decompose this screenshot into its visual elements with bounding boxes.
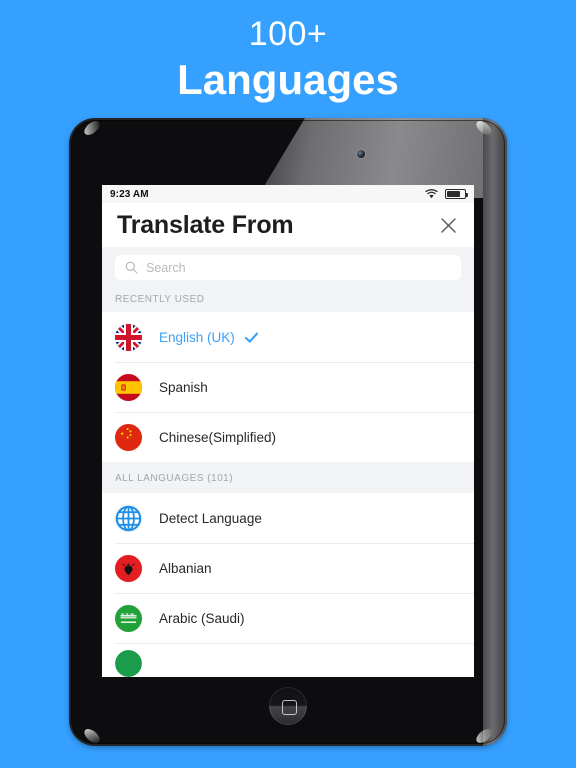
- list-item[interactable]: Arabic (Saudi): [102, 593, 474, 643]
- battery-icon: [445, 189, 468, 199]
- list-item-label: Detect Language: [159, 510, 262, 526]
- device-screen: 9:23 AM Translate From Search RECENTLY U…: [102, 185, 474, 677]
- list-item-label: Albanian: [159, 560, 212, 576]
- flag-albania-icon: [115, 554, 142, 582]
- close-icon: [440, 217, 456, 233]
- list-item-label: English (UK): [159, 329, 235, 345]
- globe-icon: [115, 505, 142, 532]
- home-square-icon: [281, 699, 297, 715]
- list-item-label: Spanish: [159, 379, 208, 395]
- flag-uk-icon: [115, 323, 142, 351]
- flag-saudi-icon: [115, 604, 142, 632]
- section-header-recently-used: RECENTLY USED: [102, 289, 474, 312]
- close-button[interactable]: [436, 213, 460, 237]
- front-camera-icon: [357, 150, 365, 158]
- promo-headline: 100+ Languages: [0, 14, 576, 105]
- tablet-device: 9:23 AM Translate From Search RECENTLY U…: [69, 118, 507, 746]
- list-item[interactable]: Chinese(Simplified): [102, 412, 474, 462]
- status-time: 9:23 AM: [110, 188, 149, 200]
- search-input[interactable]: [146, 260, 451, 275]
- page-title: Translate From: [117, 210, 294, 239]
- flag-partial-icon: [115, 650, 142, 677]
- list-item[interactable]: English (UK): [102, 312, 474, 362]
- promo-line-2: Languages: [177, 56, 399, 103]
- corner-gloss: [81, 726, 103, 746]
- list-item-label: Chinese(Simplified): [159, 429, 277, 445]
- search-box[interactable]: [115, 255, 461, 280]
- status-indicators: [425, 189, 468, 199]
- list-item-label: Arabic (Saudi): [159, 610, 245, 626]
- home-button[interactable]: [269, 687, 307, 725]
- promo-line-1: 100+: [248, 15, 328, 53]
- section-header-all-languages: ALL LANGUAGES (101): [102, 462, 474, 493]
- check-icon: [244, 332, 258, 343]
- list-item-partial[interactable]: [102, 643, 474, 677]
- selected-indicator: [244, 330, 259, 345]
- flag-spain-icon: [115, 373, 142, 401]
- status-bar: 9:23 AM: [102, 185, 474, 203]
- list-item[interactable]: Albanian: [102, 543, 474, 593]
- corner-gloss: [81, 118, 103, 138]
- search-area: [102, 247, 474, 289]
- search-icon: [125, 261, 138, 274]
- list-item[interactable]: Spanish: [102, 362, 474, 412]
- bezel-right-rail: [483, 118, 507, 746]
- app-header: Translate From: [102, 203, 474, 247]
- list-item[interactable]: Detect Language: [102, 493, 474, 543]
- wifi-icon: [425, 189, 438, 199]
- flag-china-icon: [115, 423, 142, 451]
